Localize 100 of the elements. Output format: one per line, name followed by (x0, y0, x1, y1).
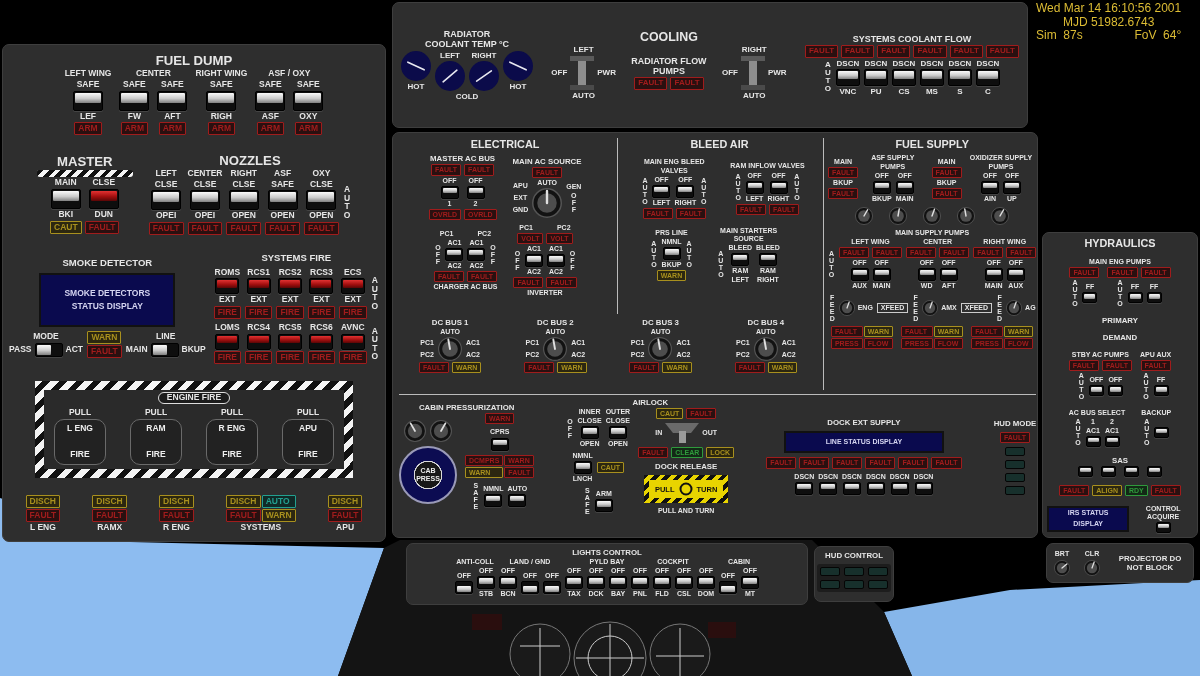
toggle-switch[interactable] (573, 461, 592, 475)
selector-knob[interactable] (1054, 559, 1070, 576)
toggle-switch[interactable] (440, 185, 459, 199)
airlock-lever[interactable] (665, 423, 700, 444)
toggle-switch[interactable] (228, 190, 259, 211)
toggle-switch[interactable] (1104, 435, 1120, 447)
toggle-switch[interactable] (546, 253, 565, 267)
toggle-switch[interactable] (1006, 267, 1025, 281)
toggle-switch[interactable] (697, 576, 715, 590)
toggle-switch[interactable] (891, 68, 916, 86)
selector-knob[interactable] (404, 419, 426, 442)
toggle-switch[interactable] (653, 576, 671, 590)
selector-knob[interactable] (1006, 299, 1023, 316)
toggle-switch[interactable] (467, 247, 486, 261)
toggle-switch[interactable] (872, 267, 891, 281)
toggle-switch[interactable] (119, 90, 150, 111)
toggle-switch[interactable] (293, 90, 324, 111)
selector-knob[interactable] (838, 299, 855, 316)
toggle-switch[interactable] (499, 576, 517, 590)
toggle-switch[interactable] (980, 180, 999, 194)
toggle-switch[interactable] (1153, 385, 1169, 397)
toggle-switch[interactable] (1147, 465, 1162, 477)
toggle-switch[interactable] (939, 267, 958, 281)
toggle-switch[interactable] (890, 481, 909, 495)
toggle-switch[interactable] (1085, 435, 1101, 447)
toggle-switch[interactable] (543, 580, 561, 594)
fire-handle[interactable]: APU FIRE (282, 418, 334, 465)
selector-knob[interactable] (1084, 559, 1100, 576)
toggle-switch[interactable] (50, 189, 81, 210)
toggle-switch[interactable] (914, 481, 933, 495)
toggle-switch[interactable] (1082, 292, 1098, 304)
rocker-switch[interactable] (150, 343, 179, 358)
toggle-switch[interactable] (306, 190, 337, 211)
toggle-switch[interactable] (580, 426, 599, 440)
selector-knob[interactable] (532, 187, 563, 218)
toggle-switch[interactable] (340, 333, 365, 350)
toggle-switch[interactable] (484, 493, 503, 507)
toggle-switch[interactable] (895, 180, 914, 194)
toggle-switch[interactable] (477, 576, 495, 590)
fire-handle[interactable]: RAM FIRE (130, 418, 182, 465)
toggle-switch[interactable] (1101, 465, 1116, 477)
selector-knob[interactable] (923, 206, 942, 225)
selector-knob[interactable] (753, 337, 778, 361)
toggle-switch[interactable] (609, 576, 627, 590)
toggle-switch[interactable] (246, 333, 271, 350)
selector-knob[interactable] (430, 419, 452, 442)
toggle-switch[interactable] (151, 190, 182, 211)
toggle-switch[interactable] (1127, 292, 1143, 304)
toggle-switch[interactable] (758, 252, 777, 266)
selector-knob[interactable] (991, 206, 1010, 225)
pump-lever[interactable] (740, 55, 765, 90)
toggle-switch[interactable] (662, 247, 681, 261)
toggle-switch[interactable] (565, 576, 583, 590)
selector-knob[interactable] (922, 299, 939, 316)
rocker-switch[interactable] (34, 343, 63, 358)
toggle-switch[interactable] (1088, 385, 1104, 397)
toggle-switch[interactable] (309, 333, 334, 350)
toggle-switch[interactable] (769, 180, 788, 194)
toggle-switch[interactable] (1155, 522, 1171, 533)
toggle-switch[interactable] (594, 499, 613, 513)
toggle-switch[interactable] (835, 68, 860, 86)
toggle-switch[interactable] (189, 190, 220, 211)
toggle-switch[interactable] (719, 580, 737, 594)
toggle-switch[interactable] (608, 426, 627, 440)
toggle-switch[interactable] (676, 184, 695, 198)
toggle-switch[interactable] (1124, 465, 1139, 477)
toggle-switch[interactable] (490, 437, 509, 451)
toggle-switch[interactable] (246, 278, 271, 295)
toggle-switch[interactable] (73, 90, 103, 111)
toggle-switch[interactable] (215, 278, 240, 295)
toggle-switch[interactable] (947, 68, 972, 86)
toggle-switch[interactable] (587, 576, 605, 590)
toggle-switch[interactable] (215, 333, 240, 350)
toggle-switch[interactable] (1078, 465, 1093, 477)
toggle-switch[interactable] (631, 576, 649, 590)
toggle-switch[interactable] (508, 493, 527, 507)
toggle-switch[interactable] (1002, 180, 1021, 194)
toggle-switch[interactable] (745, 180, 764, 194)
toggle-switch[interactable] (795, 481, 814, 495)
selector-knob[interactable] (437, 337, 462, 361)
toggle-switch[interactable] (278, 278, 303, 295)
toggle-switch[interactable] (842, 481, 861, 495)
toggle-switch[interactable] (731, 252, 750, 266)
toggle-switch[interactable] (1146, 292, 1162, 304)
toggle-switch[interactable] (466, 185, 485, 199)
toggle-switch[interactable] (206, 90, 237, 111)
toggle-switch[interactable] (675, 576, 693, 590)
toggle-switch[interactable] (741, 576, 759, 590)
toggle-switch[interactable] (88, 189, 119, 210)
toggle-switch[interactable] (1107, 385, 1123, 397)
toggle-switch[interactable] (866, 481, 885, 495)
toggle-switch[interactable] (524, 253, 543, 267)
toggle-switch[interactable] (267, 190, 298, 211)
toggle-switch[interactable] (819, 481, 838, 495)
toggle-switch[interactable] (984, 267, 1003, 281)
selector-knob[interactable] (855, 206, 874, 225)
toggle-switch[interactable] (445, 247, 464, 261)
toggle-switch[interactable] (850, 267, 869, 281)
toggle-switch[interactable] (255, 90, 286, 111)
selector-knob[interactable] (648, 337, 673, 361)
